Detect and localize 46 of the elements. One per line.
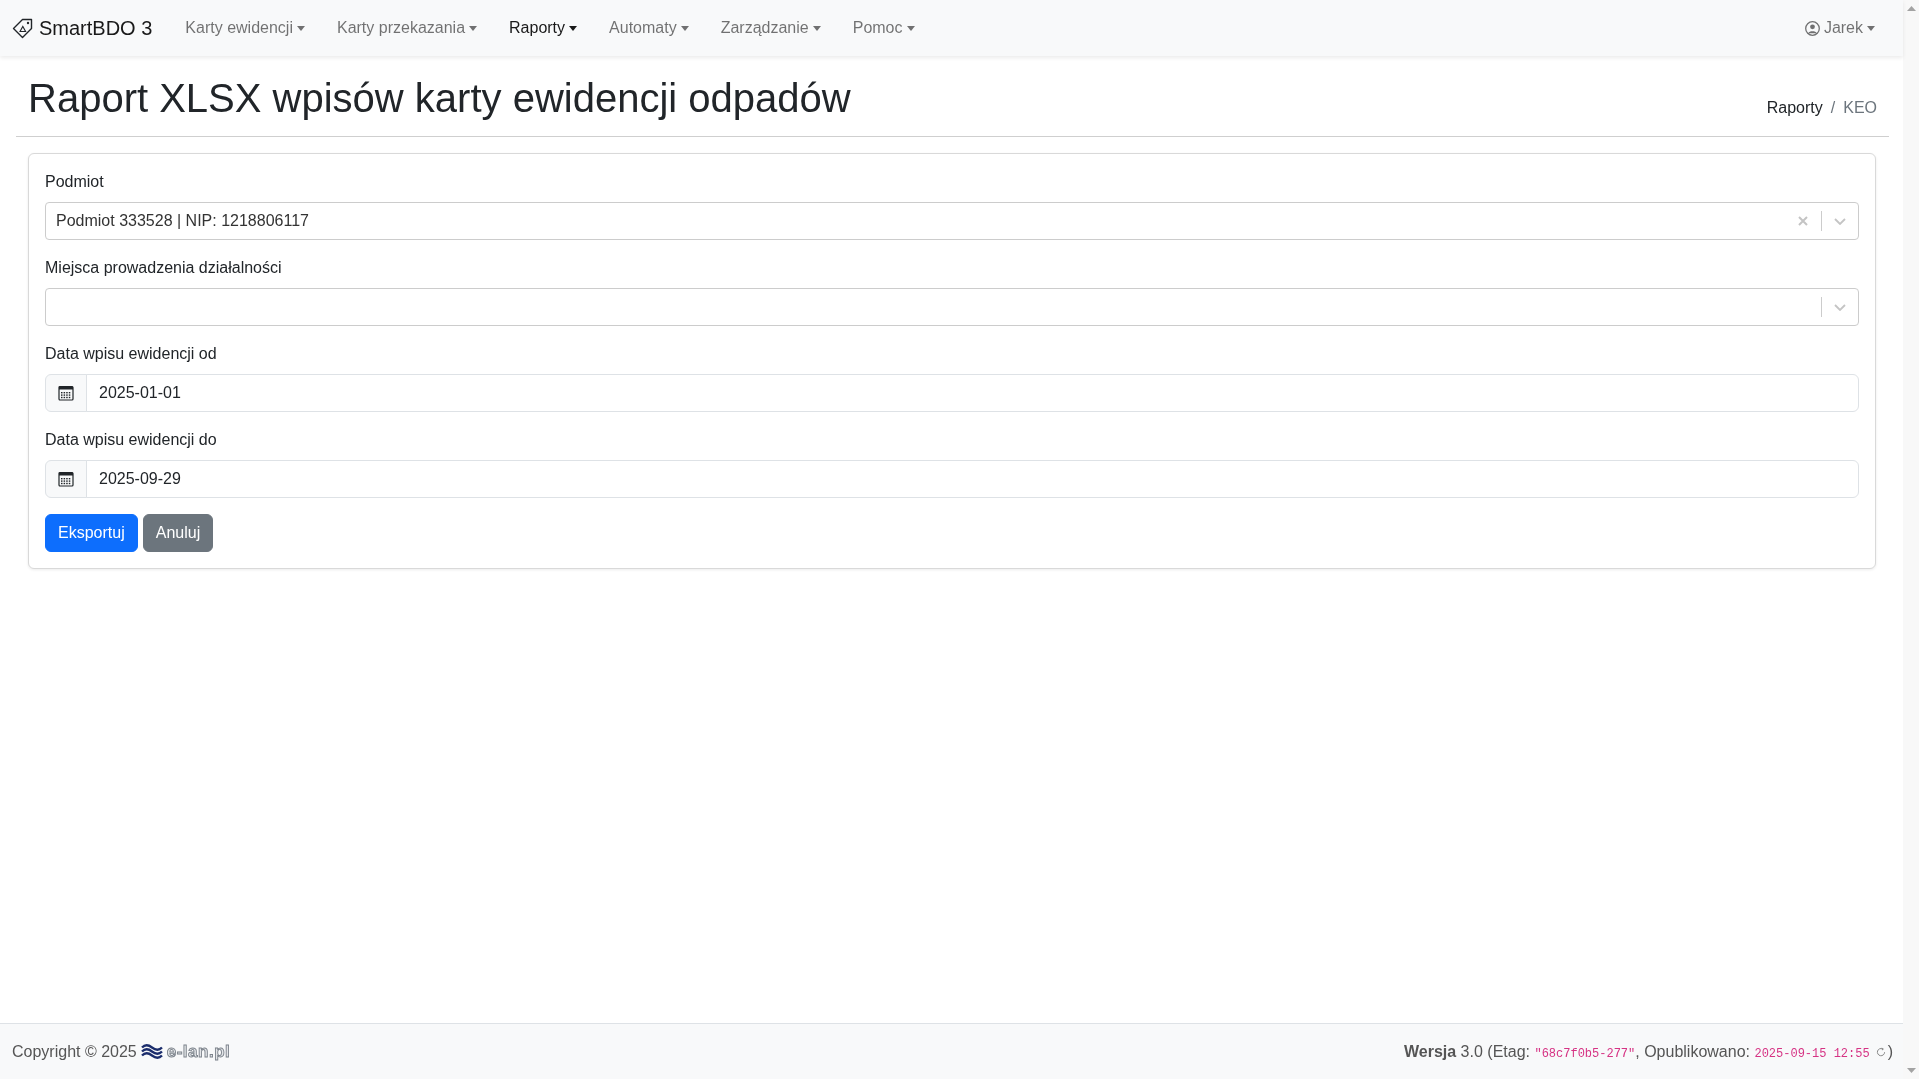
chevron-down-icon[interactable] [1834, 303, 1846, 311]
field-label: Data wpisu ewidencji od [45, 344, 218, 364]
scroll-up-arrow-icon[interactable] [1906, 6, 1916, 11]
user-menu[interactable]: Jarek [1788, 8, 1891, 48]
breadcrumb-link[interactable]: Raporty [1766, 96, 1823, 120]
calendar-icon [58, 385, 74, 401]
cancel-button[interactable]: Anuluj [142, 514, 214, 552]
refresh-icon[interactable] [1875, 1046, 1886, 1057]
breadcrumb-current: KEO [1843, 98, 1877, 118]
brand-link[interactable]: SmartBDO 3 [12, 13, 153, 43]
menu-link[interactable]: Raporty [493, 8, 594, 48]
caret-icon [1867, 25, 1875, 31]
select-field[interactable]: Podmiot 333528 | NIP: 1218806117 [45, 202, 1859, 240]
menu-link[interactable]: Pomoc [836, 8, 931, 48]
date-input[interactable]: 2025-01-01 [86, 374, 1859, 412]
calendar-icon [58, 471, 74, 487]
logo-text: e-lan.pl [166, 1040, 231, 1063]
scroll-down-arrow-icon[interactable] [1906, 1068, 1916, 1073]
version-closing-text: ) [1887, 1041, 1893, 1062]
caret-icon [906, 25, 915, 31]
tag-icon [12, 17, 34, 39]
select-field[interactable] [45, 288, 1859, 326]
clear-icon[interactable] [1798, 216, 1808, 226]
scrollbar[interactable] [1903, 0, 1919, 1079]
user-icon [1804, 20, 1820, 36]
caret-icon [812, 25, 821, 31]
caret-icon [680, 25, 689, 31]
breadcrumb-separator: / [1829, 98, 1837, 118]
export-button[interactable]: Eksportuj [45, 514, 138, 552]
menu-link[interactable]: Zarządzanie [704, 8, 837, 48]
menu-link[interactable]: Karty przekazania [320, 8, 494, 48]
date-input[interactable]: 2025-09-29 [86, 460, 1859, 498]
menu-link[interactable]: Automaty [593, 8, 705, 48]
caret-icon [569, 25, 578, 31]
caret-icon [469, 25, 478, 31]
waves-icon [140, 1044, 163, 1059]
field-label: Podmiot [45, 172, 105, 192]
calendar-button[interactable] [45, 374, 87, 412]
chevron-down-icon[interactable] [1834, 217, 1846, 225]
field-label: Data wpisu ewidencji do [45, 430, 218, 450]
page-title: Raport XLSX wpisów karty ewidencji odpadów [28, 75, 851, 122]
copyright-text: Copyright © 2025 [12, 1041, 137, 1062]
calendar-button[interactable] [45, 460, 87, 498]
field-label: Miejsca prowadzenia działalności [45, 258, 283, 278]
menu-link[interactable]: Karty ewidencji [169, 8, 321, 48]
caret-icon [296, 25, 305, 31]
